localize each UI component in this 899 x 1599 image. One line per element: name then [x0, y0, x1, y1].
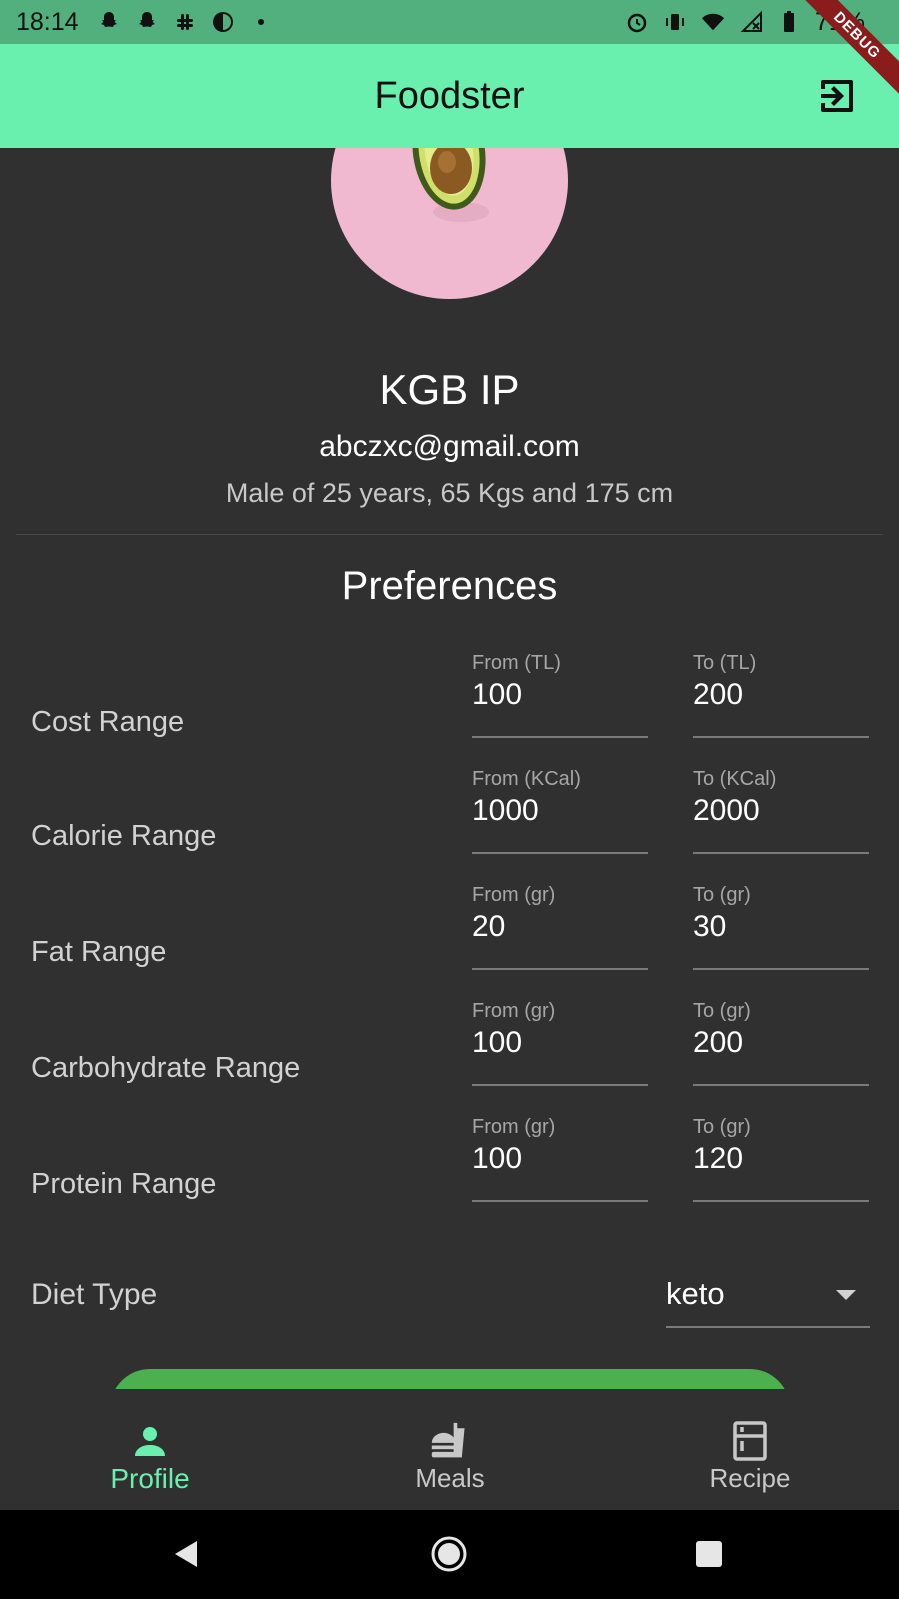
- dot-icon: [249, 10, 273, 34]
- protein-to-value: 120: [693, 1142, 744, 1175]
- carbohydrate-to-label: To (gr): [693, 1000, 751, 1022]
- cost-from-value: 100: [472, 678, 523, 711]
- cost-to-value: 200: [693, 678, 744, 711]
- nav-label-meals: Meals: [415, 1463, 485, 1493]
- fastfood-icon: [430, 1421, 470, 1461]
- cost-from-label: From (TL): [472, 652, 561, 674]
- calorie-range-label: Calorie Range: [31, 820, 217, 852]
- carbohydrate-range-label: Carbohydrate Range: [31, 1052, 301, 1084]
- vibrate-icon: [663, 10, 687, 34]
- fat-range-label: Fat Range: [31, 936, 167, 968]
- app-bar: Foodster: [0, 44, 899, 148]
- protein-to-label: To (gr): [693, 1116, 751, 1138]
- profile-name: KGB IP: [379, 366, 520, 413]
- dropdown-arrow-icon: [836, 1290, 856, 1300]
- cost-to-label: To (TL): [693, 652, 757, 674]
- diet-type-value: keto: [666, 1276, 725, 1311]
- save-button-region: [0, 1369, 899, 1389]
- avocado-image: [412, 148, 489, 222]
- nav-label-profile: Profile: [110, 1463, 190, 1494]
- protein-range-label: Protein Range: [31, 1168, 217, 1200]
- back-icon: [175, 1541, 197, 1567]
- calorie-to-field[interactable]: To (KCal) 2000: [693, 768, 869, 854]
- profile-email: abczxc@gmail.com: [319, 430, 580, 463]
- protein-to-field[interactable]: To (gr) 120: [693, 1116, 869, 1202]
- carbohydrate-from-field[interactable]: From (gr) 100: [472, 1000, 648, 1086]
- carbohydrate-from-label: From (gr): [472, 1000, 556, 1022]
- system-nav-bar: [0, 1510, 899, 1599]
- recents-icon: [696, 1541, 722, 1567]
- nav-item-profile[interactable]: Profile: [0, 1389, 300, 1510]
- snapchat-icon: [97, 10, 121, 34]
- calorie-from-value: 1000: [472, 794, 539, 827]
- circle-half-icon: [211, 10, 235, 34]
- fat-to-label: To (gr): [693, 884, 751, 906]
- protein-from-value: 100: [472, 1142, 523, 1175]
- divider: [16, 534, 883, 535]
- home-icon: [431, 1536, 467, 1572]
- app-title: Foodster: [374, 74, 525, 117]
- signal-icon: [739, 10, 763, 34]
- fat-from-field[interactable]: From (gr) 20: [472, 884, 648, 970]
- home-button[interactable]: [429, 1534, 469, 1574]
- logout-button[interactable]: [815, 74, 859, 118]
- avatar: [331, 148, 568, 299]
- fat-to-value: 30: [693, 910, 727, 943]
- save-button[interactable]: [110, 1369, 790, 1389]
- logout-icon: [821, 80, 853, 112]
- profile-details: Male of 25 years, 65 Kgs and 175 cm: [225, 478, 674, 508]
- slack-icon: [173, 10, 197, 34]
- carbohydrate-to-field[interactable]: To (gr) 200: [693, 1000, 869, 1086]
- person-icon: [130, 1421, 170, 1461]
- preferences-title: Preferences: [341, 564, 558, 608]
- snapchat-icon: [135, 10, 159, 34]
- status-bar: 18:14 71%: [0, 0, 899, 44]
- kitchen-icon: [730, 1421, 770, 1461]
- carbohydrate-from-value: 100: [472, 1026, 523, 1059]
- battery-icon: [777, 10, 801, 34]
- avatar-region: [0, 148, 899, 348]
- fat-to-field[interactable]: To (gr) 30: [693, 884, 869, 970]
- bottom-nav: Profile Meals Recipe: [0, 1389, 899, 1510]
- cost-range-label: Cost Range: [31, 706, 185, 738]
- calorie-to-value: 2000: [693, 794, 760, 827]
- nav-item-meals[interactable]: Meals: [300, 1389, 600, 1510]
- protein-from-field[interactable]: From (gr) 100: [472, 1116, 648, 1202]
- cost-from-field[interactable]: From (TL) 100: [472, 652, 648, 738]
- protein-from-label: From (gr): [472, 1116, 556, 1138]
- calorie-from-label: From (KCal): [472, 768, 581, 790]
- diet-type-label: Diet Type: [31, 1278, 158, 1311]
- alarm-icon: [625, 10, 649, 34]
- status-icons-right: 71%: [625, 0, 865, 44]
- cost-to-field[interactable]: To (TL) 200: [693, 652, 869, 738]
- carbohydrate-to-value: 200: [693, 1026, 744, 1059]
- recents-button[interactable]: [689, 1534, 729, 1574]
- nav-item-recipe[interactable]: Recipe: [600, 1389, 899, 1510]
- wifi-icon: [701, 10, 725, 34]
- calorie-to-label: To (KCal): [693, 768, 777, 790]
- fat-from-value: 20: [472, 910, 506, 943]
- diet-type-dropdown[interactable]: keto: [666, 1268, 870, 1328]
- status-time: 18:14: [16, 7, 79, 36]
- back-button[interactable]: [166, 1534, 206, 1574]
- status-icons-left: [97, 10, 273, 34]
- nav-label-recipe: Recipe: [709, 1463, 791, 1493]
- calorie-from-field[interactable]: From (KCal) 1000: [472, 768, 648, 854]
- battery-percentage: 71%: [814, 7, 865, 36]
- fat-from-label: From (gr): [472, 884, 556, 906]
